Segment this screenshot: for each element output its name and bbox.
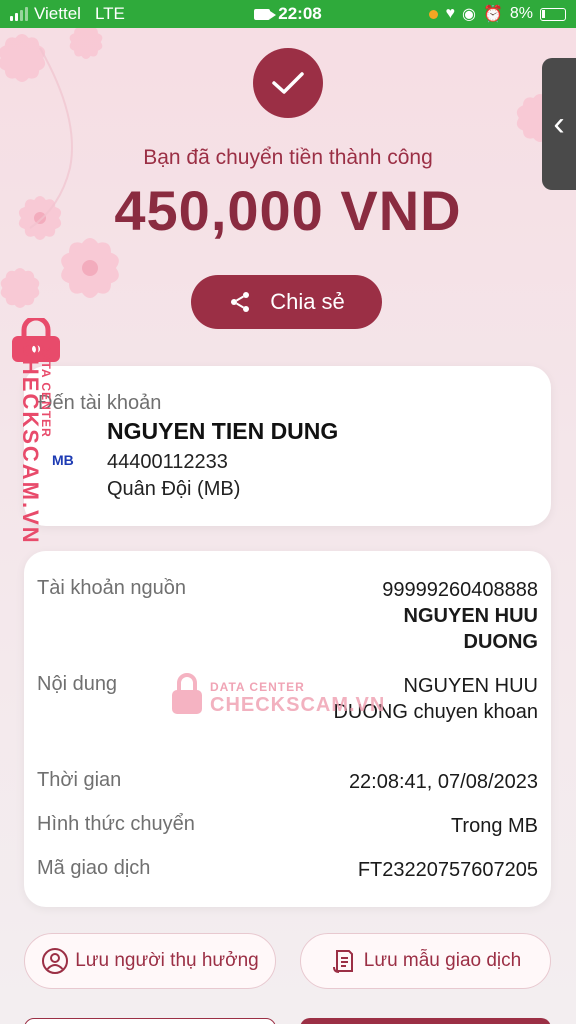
time-row: Thời gian 22:08:41, 07/08/2023: [37, 769, 538, 797]
destination-label: Đến tài khoản: [38, 392, 162, 414]
lock-icon: [12, 318, 60, 362]
txid-value: FT23220757607205: [357, 859, 538, 881]
share-button[interactable]: Chia sẻ: [191, 275, 382, 329]
location-icon: ◉: [461, 6, 476, 23]
txid-label: Mã giao dịch: [37, 857, 151, 879]
method-value: Trong MB: [450, 815, 538, 837]
clock: 22:08: [278, 4, 322, 23]
status-bar: Viettel LTE 22:08 ♥ ◉ ⏰ 8%: [0, 0, 576, 28]
transfer-amount: 450,000 VND: [114, 179, 462, 242]
share-icon: [231, 292, 250, 312]
time-label: Thời gian: [37, 769, 122, 791]
network-label: LTE: [94, 4, 125, 23]
source-account-row: Tài khoản nguồn 99999260408888 NGUYEN HU…: [37, 577, 538, 657]
details-card: Tài khoản nguồn 99999260408888 NGUYEN HU…: [24, 551, 551, 907]
recipient-account: 44400112233: [107, 451, 228, 473]
source-name-line1: NGUYEN HUU: [403, 605, 538, 627]
recipient-name: NGUYEN TIEN DUNG: [107, 418, 339, 444]
status-left: Viettel LTE: [10, 4, 230, 24]
content-line1: NGUYEN HUU: [403, 675, 538, 697]
signal-icon: [10, 7, 28, 21]
recipient-bank: Quân Đội (MB): [107, 478, 241, 500]
status-right: ♥ ◉ ⏰ 8%: [346, 4, 566, 24]
bank-logo: MB: [52, 452, 74, 468]
source-account-label: Tài khoản nguồn: [37, 577, 187, 599]
save-beneficiary-button[interactable]: Lưu người thụ hưởng: [24, 933, 276, 989]
method-row: Hình thức chuyển Trong MB: [37, 813, 538, 841]
content-label: Nội dung: [37, 673, 118, 695]
status-center: 22:08: [230, 4, 346, 24]
camera-icon: [254, 8, 277, 20]
txid-row: Mã giao dịch FT23220757607205: [37, 857, 538, 885]
success-message: Bạn đã chuyển tiền thành công: [143, 146, 433, 169]
side-panel-handle[interactable]: ‹: [542, 58, 576, 190]
mic-dot-icon: [429, 9, 439, 19]
battery-percent: 8%: [509, 5, 533, 22]
save-template-button[interactable]: Lưu mẫu giao dịch: [300, 933, 551, 989]
save-beneficiary-label: Lưu người thụ hưởng: [75, 950, 259, 971]
check-icon: [272, 72, 304, 94]
source-account-value: 99999260408888 NGUYEN HUU DUONG: [382, 577, 538, 655]
content-value: NGUYEN HUU DUONG chuyen khoan: [333, 673, 538, 725]
battery-icon: [540, 7, 566, 21]
source-account-number: 99999260408888: [382, 579, 538, 601]
heart-icon: ♥: [445, 5, 455, 22]
content-row: Nội dung NGUYEN HUU DUONG chuyen khoan: [37, 673, 538, 729]
chevron-left-icon: ‹: [553, 104, 565, 143]
bottom-button-right[interactable]: [300, 1018, 551, 1024]
bottom-button-left[interactable]: [24, 1018, 276, 1024]
document-icon: [332, 950, 353, 973]
share-label: Chia sẻ: [270, 289, 345, 314]
person-icon: [42, 948, 69, 974]
save-template-label: Lưu mẫu giao dịch: [363, 950, 522, 971]
destination-card: Đến tài khoản MB NGUYEN TIEN DUNG 444001…: [24, 366, 551, 526]
carrier-label: Viettel: [34, 4, 81, 23]
alarm-icon: ⏰: [482, 6, 503, 23]
time-value: 22:08:41, 07/08/2023: [348, 771, 538, 793]
success-check: [253, 48, 323, 118]
source-name-line2: DUONG: [463, 631, 538, 653]
method-label: Hình thức chuyển: [37, 813, 195, 835]
content-line2: DUONG chuyen khoan: [333, 701, 538, 723]
